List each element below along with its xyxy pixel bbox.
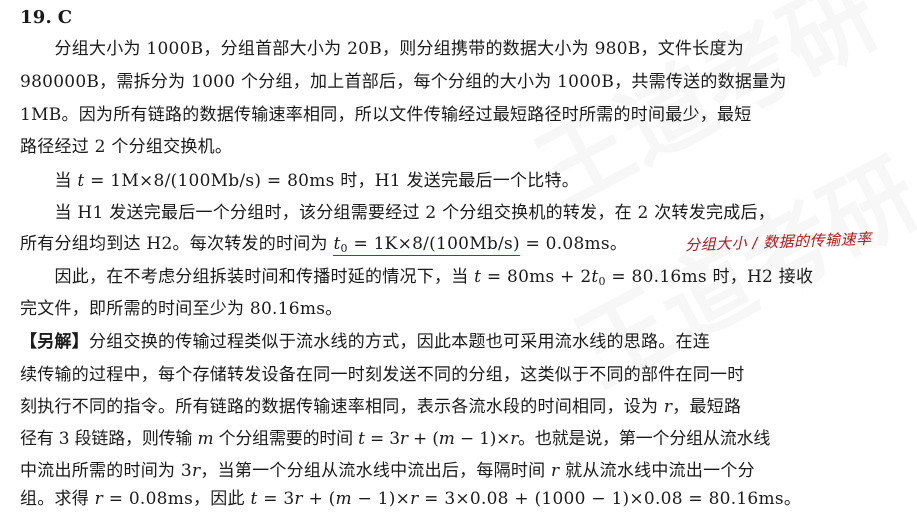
math-subscript: 0 — [598, 275, 606, 288]
paragraph-line: 径有 3 段链路，则传输 m 个分组需要的时间 t = 3r + (m − 1)… — [20, 424, 910, 454]
text-run: = 1K×8/(100Mb/s) — [347, 234, 520, 254]
paragraph-line: 完文件，即所需的时间至少为 80.16ms。 — [20, 299, 343, 319]
paragraph-line: 续传输的过程中，每个存储转发设备在同一时刻发送不同的分组，这类似于不同的部件在同… — [20, 365, 745, 385]
math-var: r — [510, 429, 519, 449]
paragraph-line: 分组大小为 1000B，分组首部大小为 20B，则分组携带的数据大小为 980B… — [20, 39, 745, 59]
paragraph-line: 【另解】分组交换的传输过程类似于流水线的方式，因此本题也可采用流水线的思路。在连 — [20, 327, 910, 357]
text-run: 组。求得 — [20, 489, 95, 509]
paragraph-line: 刻执行不同的指令。所有链路的数据传输速率相同，表示各流水段的时间相同，设为 r，… — [20, 392, 910, 422]
math-text: = 3 — [257, 489, 295, 509]
text-run: = 0.08ms，因此 — [103, 489, 251, 509]
math-var: t — [250, 489, 258, 509]
math-var: m — [438, 429, 455, 449]
math-text: + ( — [302, 489, 336, 509]
question-number: 19. — [20, 7, 53, 28]
math-var: r — [399, 429, 408, 449]
math-var: t — [358, 429, 365, 449]
math-var: m — [197, 429, 214, 449]
math-text: − 1)× — [351, 489, 411, 509]
math-var: r — [410, 489, 419, 509]
text-run: = 80.16ms 时，H2 接收 — [605, 267, 814, 287]
paragraph-line: 当 H1 发送完最后一个分组时，该分组需要经过 2 个分组交换机的转发，在 2 … — [20, 203, 775, 223]
math-var: m — [335, 489, 352, 509]
text-run: 当 — [20, 171, 78, 191]
math-text: − 1)× — [454, 429, 511, 449]
text-run: 分组交换的传输过程类似于流水线的方式，因此本题也可采用流水线的思路。在连 — [89, 332, 710, 352]
text-run: ，当第一个分组从流水线中流出后，每隔时间 — [200, 461, 552, 481]
question-answer: C — [57, 7, 73, 28]
paragraph-line: 当 t = 1M×8/(100Mb/s) = 80ms 时，H1 发送完最后一个… — [20, 166, 910, 196]
formula: t = 3r + (m − 1)×r — [358, 429, 518, 449]
formula: t = 3r + (m − 1)×r = 3×0.08 + (1000 − 1)… — [250, 489, 801, 509]
text-run: 个分组需要的时间 — [213, 429, 359, 449]
question-header: 19. C — [20, 3, 910, 33]
math-var: t — [591, 267, 599, 287]
text-run: ，最短路 — [672, 397, 742, 417]
paragraph-line: 路径经过 2 个分组交换机。 — [20, 137, 233, 157]
paragraph-line: 组。求得 r = 0.08ms，因此 t = 3r + (m − 1)×r = … — [20, 484, 910, 514]
text-run: 。也就是说，第一个分组从流水线 — [518, 429, 771, 449]
math-var: r — [294, 489, 303, 509]
text-run: = 1M×8/(100Mb/s) = 80ms 时，H1 发送完最后一个比特。 — [84, 171, 579, 191]
alt-solution-bracket: 【另解】 — [20, 332, 89, 352]
text-run: 因此，在不考虑分组拆装时间和传播时延的情况下，当 — [20, 267, 475, 287]
math-var: t — [333, 234, 341, 254]
math-var: t — [77, 171, 85, 191]
math-text: = 3 — [364, 429, 400, 449]
text-run: 刻执行不同的指令。所有链路的数据传输速率相同，表示各流水段的时间相同，设为 — [20, 397, 664, 417]
text-run: 径有 3 段链路，则传输 — [20, 429, 198, 449]
paragraph-line: 1MB。因为所有链路的数据传输速率相同，所以文件传输经过最短路径时所需的时间最少… — [20, 105, 752, 125]
text-run: = 80ms + 2 — [481, 267, 592, 287]
math-text: + ( — [407, 429, 439, 449]
text-run: 中流出所需的时间为 3 — [20, 461, 192, 481]
math-text: = 3×0.08 + (1000 − 1)×0.08 = 80.16ms。 — [418, 489, 802, 509]
paragraph-line: 中流出所需的时间为 3r，当第一个分组从流水线中流出后，每隔时间 r 就从流水线… — [20, 456, 910, 486]
text-run: 就从流水线中流出一个分 — [559, 461, 755, 481]
text-run: 所有分组均到达 H2。每次转发的时间为 — [20, 234, 334, 254]
text-run: = 0.08ms。 — [519, 234, 628, 254]
paragraph-line: 980000B，需拆分为 1000 个分组，加上首部后，每个分组的大小为 100… — [20, 72, 787, 92]
math-var: r — [94, 489, 104, 509]
paragraph-line: 因此，在不考虑分组拆装时间和传播时延的情况下，当 t = 80ms + 2t0 … — [20, 262, 910, 292]
underlined-formula: t0 = 1K×8/(100Mb/s) — [333, 234, 520, 256]
math-subscript: 0 — [340, 242, 348, 255]
